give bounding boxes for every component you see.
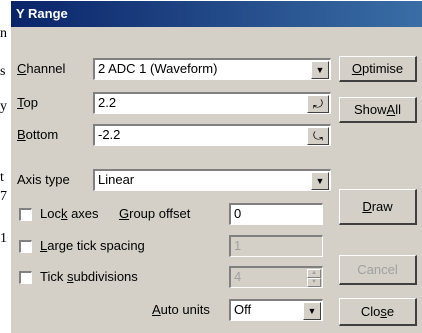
axis-type-label: Axis type bbox=[17, 172, 70, 187]
lock-axes-checkbox[interactable] bbox=[19, 208, 32, 221]
bottom-label: Bottom bbox=[17, 127, 59, 142]
dialog-title: Y Range bbox=[16, 6, 68, 21]
background-text: y bbox=[0, 99, 7, 114]
group-offset-value: 0 bbox=[234, 206, 242, 221]
close-button[interactable]: Clo s e bbox=[339, 298, 417, 326]
spin-up-icon: ▲ bbox=[307, 269, 321, 278]
auto-units-label: Auto units bbox=[152, 302, 210, 317]
tick-subdivisions-checkbox[interactable] bbox=[19, 271, 32, 284]
large-tick-input: 1 bbox=[229, 235, 323, 257]
background-text: 1 bbox=[0, 231, 7, 246]
axis-type-value: Linear bbox=[98, 172, 135, 187]
axis-type-dropdown-arrow-icon[interactable]: ▼ bbox=[311, 172, 329, 190]
background-text: n bbox=[0, 26, 7, 41]
optimise-button[interactable]: Optimise bbox=[339, 56, 417, 82]
bottom-value: -2.2 bbox=[98, 127, 121, 142]
auto-units-dropdown[interactable]: Off ▼ bbox=[229, 299, 323, 321]
auto-units-dropdown-arrow-icon[interactable]: ▼ bbox=[303, 302, 321, 320]
cancel-label: Cancel bbox=[357, 262, 398, 277]
channel-label: Channel bbox=[17, 61, 66, 76]
cancel-button: Cancel bbox=[339, 255, 417, 285]
background-text: t bbox=[0, 170, 4, 185]
top-value: 2.2 bbox=[98, 95, 117, 110]
group-offset-label: Group offset bbox=[119, 206, 191, 221]
tick-subdivisions-value: 4 bbox=[234, 269, 242, 284]
bottom-step-icon[interactable]: ⤿ bbox=[307, 127, 329, 145]
show-all-button[interactable]: Show All bbox=[339, 97, 417, 123]
background-text: 7 bbox=[0, 189, 7, 204]
tick-subdivisions-input: 4 ▲ ▼ bbox=[229, 266, 323, 288]
large-tick-checkbox[interactable] bbox=[19, 240, 32, 253]
background-text: s bbox=[0, 64, 6, 79]
tick-subdivisions-label[interactable]: Tick subdivisions bbox=[40, 269, 138, 284]
group-offset-input[interactable]: 0 bbox=[229, 203, 323, 225]
draw-button[interactable]: Draw bbox=[339, 189, 417, 225]
top-step-icon[interactable]: ⤾ bbox=[307, 95, 329, 113]
axis-type-dropdown[interactable]: Linear ▼ bbox=[93, 169, 331, 191]
large-tick-label[interactable]: Large tick spacing bbox=[40, 238, 145, 253]
channel-dropdown[interactable]: 2 ADC 1 (Waveform) ▼ bbox=[93, 58, 331, 80]
bottom-input[interactable]: -2.2 ⤿ bbox=[93, 124, 331, 146]
channel-value: 2 ADC 1 (Waveform) bbox=[98, 61, 218, 76]
lock-axes-label[interactable]: Lock axes bbox=[40, 206, 99, 221]
top-label: Top bbox=[17, 95, 38, 110]
channel-dropdown-arrow-icon[interactable]: ▼ bbox=[311, 61, 329, 79]
spin-down-icon: ▼ bbox=[307, 278, 321, 287]
dialog-title-bar[interactable]: Y Range bbox=[11, 1, 422, 27]
y-range-dialog: Y Range Channel 2 ADC 1 (Waveform) ▼ Top… bbox=[10, 0, 422, 333]
auto-units-value: Off bbox=[234, 302, 252, 317]
top-input[interactable]: 2.2 ⤾ bbox=[93, 92, 331, 114]
large-tick-value: 1 bbox=[234, 238, 242, 253]
